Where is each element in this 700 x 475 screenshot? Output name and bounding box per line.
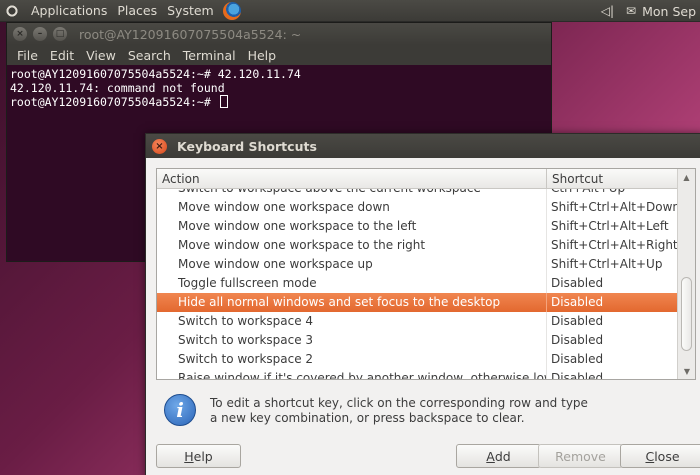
places-menu[interactable]: Places bbox=[112, 3, 162, 18]
row-shortcut[interactable]: Shift+Ctrl+Alt+Down bbox=[547, 198, 679, 217]
clock[interactable]: Mon Sep bbox=[642, 4, 700, 19]
row-action: Toggle fullscreen mode bbox=[157, 274, 547, 293]
terminal-output[interactable]: root@AY12091607075504a5524:~# 42.120.11.… bbox=[7, 65, 551, 111]
row-shortcut[interactable]: Disabled bbox=[547, 312, 679, 331]
table-rows: Switch to workspace above the current wo… bbox=[157, 189, 679, 379]
terminal-titlebar[interactable]: × – □ root@AY12091607075504a5524: ~ bbox=[7, 23, 551, 45]
row-action: Switch to workspace above the current wo… bbox=[157, 189, 547, 198]
mail-icon[interactable]: ✉ bbox=[620, 4, 642, 18]
terminal-cursor bbox=[219, 95, 228, 108]
close-mnemonic: C bbox=[645, 448, 655, 464]
table-row[interactable]: Switch to workspace above the current wo… bbox=[157, 189, 679, 198]
table-row[interactable]: Move window one workspace to the left Shi… bbox=[157, 217, 679, 236]
scroll-down-icon[interactable]: ▼ bbox=[678, 363, 695, 379]
maximize-icon[interactable]: □ bbox=[53, 27, 67, 41]
row-shortcut[interactable]: Disabled bbox=[547, 369, 679, 379]
row-shortcut[interactable]: Shift+Ctrl+Alt+Left bbox=[547, 217, 679, 236]
row-action: Move window one workspace up bbox=[157, 255, 547, 274]
row-shortcut[interactable]: Shift+Ctrl+Alt+Right bbox=[547, 236, 679, 255]
add-button[interactable]: Add bbox=[456, 444, 541, 468]
table-header: Action Shortcut bbox=[157, 169, 695, 189]
remove-button[interactable]: Remove bbox=[538, 444, 623, 468]
menu-view[interactable]: View bbox=[80, 48, 122, 63]
table-row[interactable]: Move window one workspace down Shift+Ctrl… bbox=[157, 198, 679, 217]
table-row[interactable]: Switch to workspace 3 Disabled bbox=[157, 331, 679, 350]
row-shortcut[interactable]: Disabled bbox=[547, 350, 679, 369]
row-action: Switch to workspace 4 bbox=[157, 312, 547, 331]
scroll-up-icon[interactable]: ▲ bbox=[678, 169, 695, 185]
minimize-icon[interactable]: – bbox=[33, 27, 47, 41]
table-row[interactable]: Hide all normal windows and set focus to… bbox=[157, 293, 679, 312]
ubuntu-logo-icon[interactable] bbox=[4, 2, 20, 19]
close-label: lose bbox=[654, 448, 680, 464]
row-action: Move window one workspace down bbox=[157, 198, 547, 217]
column-header-action[interactable]: Action bbox=[157, 169, 547, 188]
close-icon[interactable]: × bbox=[152, 138, 167, 154]
keyboard-shortcuts-dialog[interactable]: × Keyboard Shortcuts Action Shortcut Swi… bbox=[145, 133, 700, 475]
row-shortcut[interactable]: Disabled bbox=[547, 293, 679, 312]
terminal-line: 42.120.11.74: command not found bbox=[10, 81, 225, 95]
help-label: elp bbox=[193, 448, 213, 464]
close-icon[interactable]: × bbox=[13, 27, 27, 41]
dialog-title: Keyboard Shortcuts bbox=[177, 138, 317, 154]
add-label: dd bbox=[494, 448, 511, 464]
terminal-line: root@AY12091607075504a5524:~# 42.120.11.… bbox=[10, 67, 301, 81]
row-action: Hide all normal windows and set focus to… bbox=[157, 293, 547, 312]
firefox-launcher-icon[interactable] bbox=[222, 1, 241, 20]
top-panel: Applications Places System ◁| ✉ Mon Sep bbox=[0, 0, 700, 22]
info-area: i To edit a shortcut key, click on the c… bbox=[161, 392, 691, 432]
menu-search[interactable]: Search bbox=[122, 48, 177, 63]
row-action: Switch to workspace 2 bbox=[157, 350, 547, 369]
terminal-prompt: root@AY12091607075504a5524:~# bbox=[10, 95, 218, 109]
row-action: Move window one workspace to the left bbox=[157, 217, 547, 236]
vertical-scrollbar[interactable]: ▲ ▼ bbox=[677, 169, 695, 379]
scrollbar-thumb[interactable] bbox=[681, 277, 692, 351]
row-shortcut[interactable]: Ctrl+Alt+Up bbox=[547, 189, 679, 198]
table-row[interactable]: Toggle fullscreen mode Disabled bbox=[157, 274, 679, 293]
table-row[interactable]: Move window one workspace to the right Sh… bbox=[157, 236, 679, 255]
dialog-titlebar[interactable]: × Keyboard Shortcuts bbox=[146, 134, 700, 158]
table-row[interactable]: Switch to workspace 2 Disabled bbox=[157, 350, 679, 369]
info-icon: i bbox=[164, 394, 196, 426]
row-shortcut[interactable]: Disabled bbox=[547, 331, 679, 350]
table-row[interactable]: Switch to workspace 4 Disabled bbox=[157, 312, 679, 331]
add-mnemonic: A bbox=[486, 448, 495, 464]
table-row[interactable]: Raise window if it's covered by another … bbox=[157, 369, 679, 379]
table-row[interactable]: Move window one workspace up Shift+Ctrl+A… bbox=[157, 255, 679, 274]
terminal-title: root@AY12091607075504a5524: ~ bbox=[79, 26, 302, 42]
menu-file[interactable]: File bbox=[11, 48, 44, 63]
menu-help[interactable]: Help bbox=[242, 48, 283, 63]
help-mnemonic: H bbox=[184, 448, 194, 464]
volume-icon[interactable]: ◁| bbox=[595, 4, 620, 18]
row-action: Move window one workspace to the right bbox=[157, 236, 547, 255]
applications-menu[interactable]: Applications bbox=[26, 3, 112, 18]
row-shortcut[interactable]: Shift+Ctrl+Alt+Up bbox=[547, 255, 679, 274]
menu-edit[interactable]: Edit bbox=[44, 48, 80, 63]
terminal-prompt-line: root@AY12091607075504a5524:~# bbox=[10, 95, 548, 109]
shortcuts-table[interactable]: Action Shortcut Switch to workspace abov… bbox=[156, 168, 696, 380]
row-action: Raise window if it's covered by another … bbox=[157, 369, 547, 379]
terminal-menubar: File Edit View Search Terminal Help bbox=[7, 45, 551, 65]
column-header-shortcut[interactable]: Shortcut bbox=[547, 169, 679, 188]
row-shortcut[interactable]: Disabled bbox=[547, 274, 679, 293]
help-button[interactable]: Help bbox=[156, 444, 241, 468]
menu-terminal[interactable]: Terminal bbox=[177, 48, 242, 63]
table-body: Switch to workspace above the current wo… bbox=[157, 189, 695, 379]
system-menu[interactable]: System bbox=[162, 3, 219, 18]
panel-tray: ◁| ✉ Mon Sep bbox=[595, 0, 700, 22]
info-text: To edit a shortcut key, click on the cor… bbox=[210, 396, 588, 425]
row-action: Switch to workspace 3 bbox=[157, 331, 547, 350]
close-button[interactable]: Close bbox=[620, 444, 700, 468]
